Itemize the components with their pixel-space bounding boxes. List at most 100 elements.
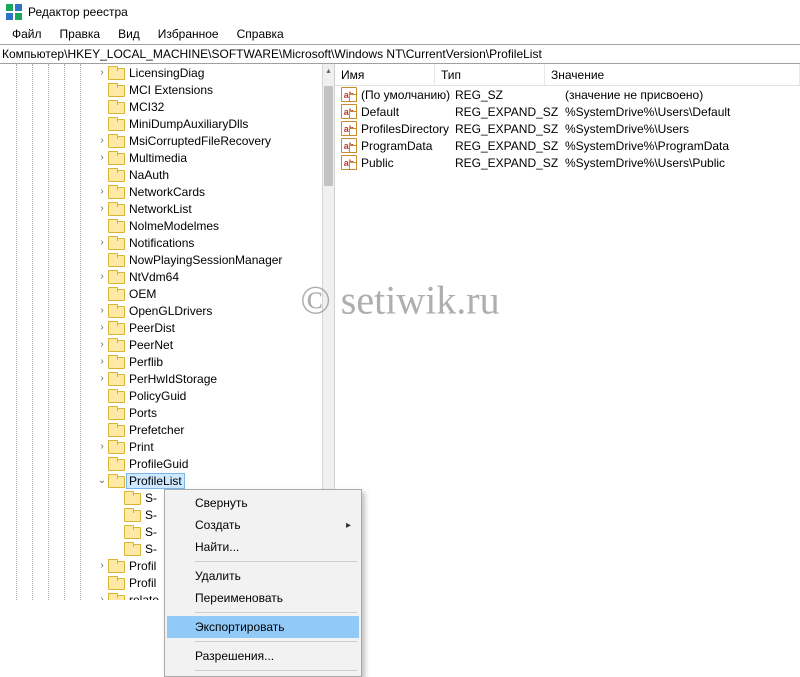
chevron-right-icon[interactable]: › [96,560,108,571]
tree-item[interactable]: NaAuth [0,166,322,183]
tree-item-label: NaAuth [127,168,171,182]
tree-item[interactable]: ›PeerNet [0,336,322,353]
col-header-name[interactable]: Имя [335,64,435,85]
folder-icon [108,185,124,199]
chevron-right-icon[interactable]: › [96,237,108,248]
tree-item[interactable]: OEM [0,285,322,302]
chevron-right-icon[interactable]: › [96,594,108,600]
tree-item[interactable]: ›NetworkList [0,200,322,217]
tree-item[interactable]: MCI32 [0,98,322,115]
tree-item-label: NtVdm64 [127,270,181,284]
value-type: REG_EXPAND_SZ [455,156,565,170]
folder-icon [124,508,140,522]
tree-item[interactable]: › MsiCorruptedFileRecovery [0,132,322,149]
folder-icon [108,406,124,420]
cm-separator [195,561,357,562]
tree-item[interactable]: ›NetworkCards [0,183,322,200]
tree-item[interactable]: › PerHwIdStorage [0,370,322,387]
col-header-value[interactable]: Значение [545,64,800,85]
cm-rename[interactable]: Переименовать [167,587,359,609]
menu-help[interactable]: Справка [229,25,292,43]
folder-icon [108,338,124,352]
chevron-down-icon[interactable]: ⌄ [96,475,108,486]
value-row[interactable]: ab(По умолчанию)REG_SZ(значение не присв… [335,86,800,103]
folder-icon [108,117,124,131]
folder-icon [108,168,124,182]
tree-item[interactable]: MCI Extensions [0,81,322,98]
folder-icon [108,474,124,488]
tree-item[interactable]: ›Multimedia [0,149,322,166]
tree-item-label: PerHwIdStorage [127,372,219,386]
app-icon [6,4,22,20]
chevron-right-icon[interactable]: › [96,373,108,384]
value-data: %SystemDrive%\Users\Default [565,105,800,119]
value-type: REG_EXPAND_SZ [455,122,565,136]
tree-item[interactable]: PolicyGuid [0,387,322,404]
chevron-right-icon[interactable]: › [96,322,108,333]
folder-icon [108,355,124,369]
tree-item[interactable]: › NtVdm64 [0,268,322,285]
tree-item[interactable]: ProfileGuid [0,455,322,472]
cm-collapse[interactable]: Свернуть [167,492,359,514]
menu-view[interactable]: Вид [110,25,148,43]
value-row[interactable]: abDefaultREG_EXPAND_SZ%SystemDrive%\User… [335,103,800,120]
tree-item[interactable]: MiniDumpAuxiliaryDlls [0,115,322,132]
tree-item[interactable]: › Perflib [0,353,322,370]
folder-icon [108,304,124,318]
folder-icon [108,202,124,216]
tree-item[interactable]: Prefetcher [0,421,322,438]
cm-find[interactable]: Найти... [167,536,359,558]
scroll-up-icon[interactable]: ▴ [323,64,334,76]
string-value-icon: ab [341,87,357,102]
chevron-right-icon[interactable]: › [96,305,108,316]
cm-permissions[interactable]: Разрешения... [167,645,359,667]
tree-item[interactable]: Ports [0,404,322,421]
cm-export[interactable]: Экспортировать [167,616,359,638]
folder-icon [108,100,124,114]
folder-icon [108,151,124,165]
string-value-icon: ab [341,138,357,153]
col-header-type[interactable]: Тип [435,64,545,85]
chevron-right-icon[interactable]: › [96,271,108,282]
cm-delete[interactable]: Удалить [167,565,359,587]
value-row[interactable]: abPublicREG_EXPAND_SZ%SystemDrive%\Users… [335,154,800,171]
scroll-thumb[interactable] [324,86,333,186]
chevron-right-icon[interactable]: › [96,356,108,367]
value-name: Default [361,105,455,119]
tree-item[interactable]: › PeerDist [0,319,322,336]
tree-item-label: S- [143,525,159,539]
chevron-right-icon[interactable]: › [96,339,108,350]
chevron-right-icon[interactable]: › [96,67,108,78]
tree-item[interactable]: ›Notifications [0,234,322,251]
string-value-icon: ab [341,155,357,170]
cm-separator [195,612,357,613]
value-type: REG_EXPAND_SZ [455,139,565,153]
tree-item-label: OEM [127,287,158,301]
chevron-right-icon[interactable]: › [96,203,108,214]
chevron-right-icon[interactable]: › [96,441,108,452]
tree-item-label: ProfileList [127,474,184,488]
tree-item-label: relate [127,593,161,601]
tree-item[interactable]: ⌄ ProfileList [0,472,322,489]
tree-item-label: MsiCorruptedFileRecovery [127,134,273,148]
address-bar[interactable]: Компьютер\HKEY_LOCAL_MACHINE\SOFTWARE\Mi… [0,44,800,64]
tree-item[interactable]: NowPlayingSessionManager [0,251,322,268]
menu-edit[interactable]: Правка [52,25,109,43]
chevron-right-icon[interactable]: › [96,186,108,197]
tree-item[interactable]: NolmeModelmes [0,217,322,234]
chevron-right-icon[interactable]: › [96,152,108,163]
tree-item-label: PeerDist [127,321,177,335]
window-title: Редактор реестра [28,5,128,19]
tree-item[interactable]: ›LicensingDiag [0,64,322,81]
chevron-right-icon[interactable]: › [96,135,108,146]
tree-item[interactable]: ›Print [0,438,322,455]
context-menu: Свернуть Создать Найти... Удалить Переим… [164,489,362,677]
value-row[interactable]: abProfilesDirectoryREG_EXPAND_SZ%SystemD… [335,120,800,137]
tree-item[interactable]: ›OpenGLDrivers [0,302,322,319]
tree-item-label: Perflib [127,355,165,369]
menu-file[interactable]: Файл [4,25,50,43]
value-row[interactable]: abProgramDataREG_EXPAND_SZ%SystemDrive%\… [335,137,800,154]
folder-icon [124,491,140,505]
menu-favorites[interactable]: Избранное [150,25,227,43]
cm-new[interactable]: Создать [167,514,359,536]
